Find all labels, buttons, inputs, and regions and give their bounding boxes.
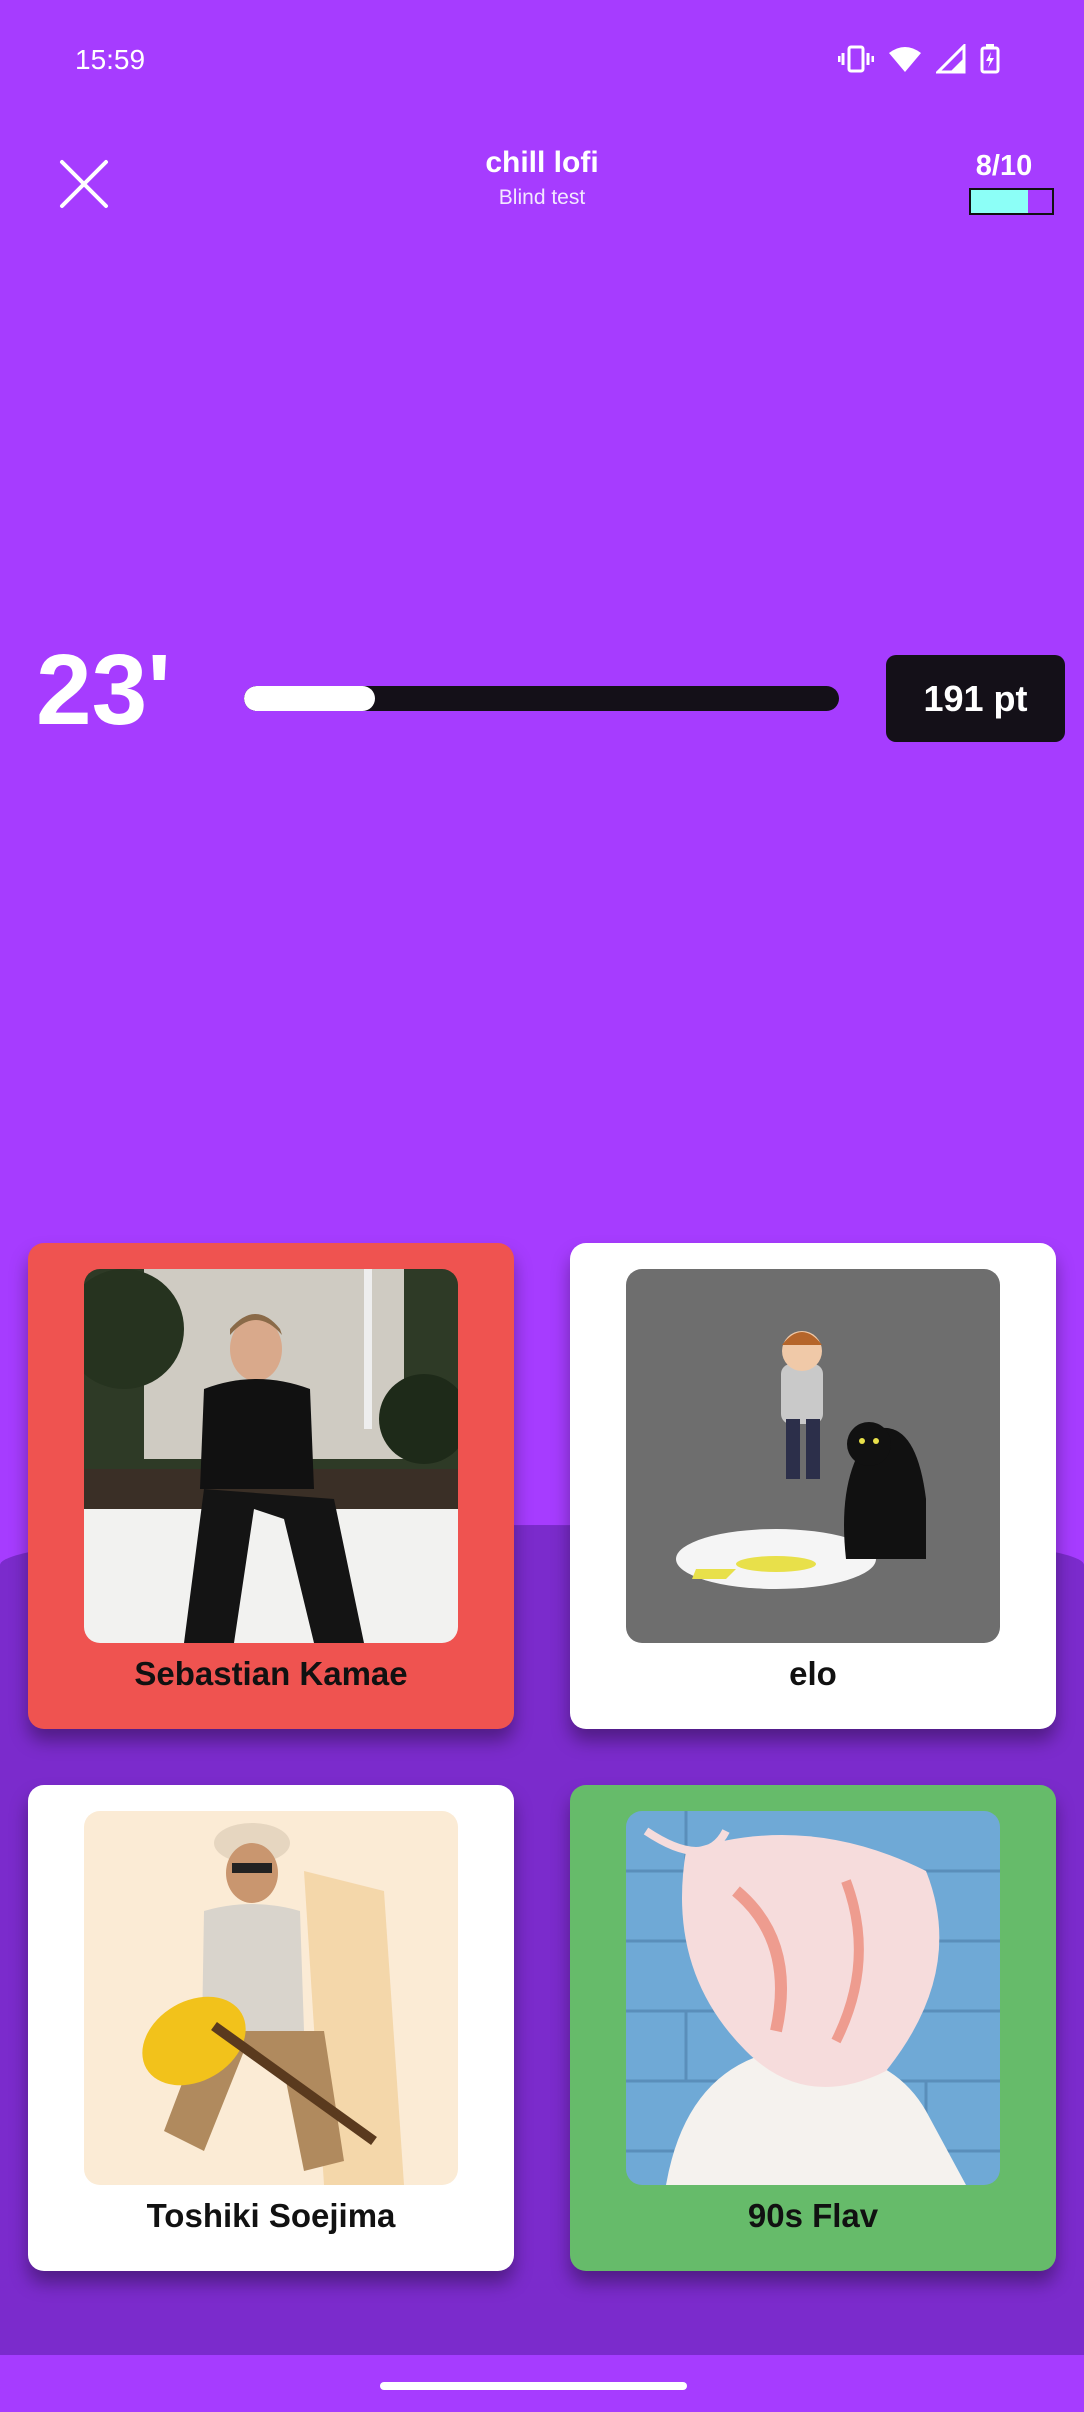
wifi-icon xyxy=(888,45,922,73)
home-indicator[interactable] xyxy=(380,2382,687,2390)
status-time: 15:59 xyxy=(75,44,146,75)
question-progress-fill xyxy=(971,190,1028,213)
playlist-title: chill lofi xyxy=(485,146,599,179)
artist-photo xyxy=(626,1811,1000,2185)
timer: 23' xyxy=(36,634,172,746)
artist-photo xyxy=(84,1269,458,1643)
vibrate-icon xyxy=(838,44,874,74)
answer-card-sebastian-kamae[interactable]: Sebastian Kamae xyxy=(28,1243,514,1729)
answer-card-90s-flav[interactable]: 90s Flav xyxy=(570,1785,1056,2271)
answer-label: Sebastian Kamae xyxy=(134,1655,408,1692)
battery-icon xyxy=(980,44,1000,74)
answer-label: 90s Flav xyxy=(747,2197,879,2234)
signal-icon xyxy=(936,44,966,74)
time-bar xyxy=(244,686,839,711)
quiz-title-block: chill lofi Blind test xyxy=(0,146,1084,210)
question-progress: 8/10 xyxy=(975,150,1033,182)
status-icons xyxy=(838,44,1000,74)
answer-card-elo[interactable]: elo xyxy=(570,1243,1056,1729)
game-mode-label: Blind test xyxy=(498,186,586,209)
points-badge: 191 pt xyxy=(886,655,1065,742)
question-progress-bar xyxy=(969,188,1054,215)
answer-label: elo xyxy=(789,1655,837,1692)
artist-illustration xyxy=(626,1269,1000,1643)
answer-card-toshiki-soejima[interactable]: Toshiki Soejima xyxy=(28,1785,514,2271)
answer-label: Toshiki Soejima xyxy=(146,2197,396,2234)
time-bar-fill xyxy=(244,686,375,711)
artist-photo xyxy=(84,1811,458,2185)
